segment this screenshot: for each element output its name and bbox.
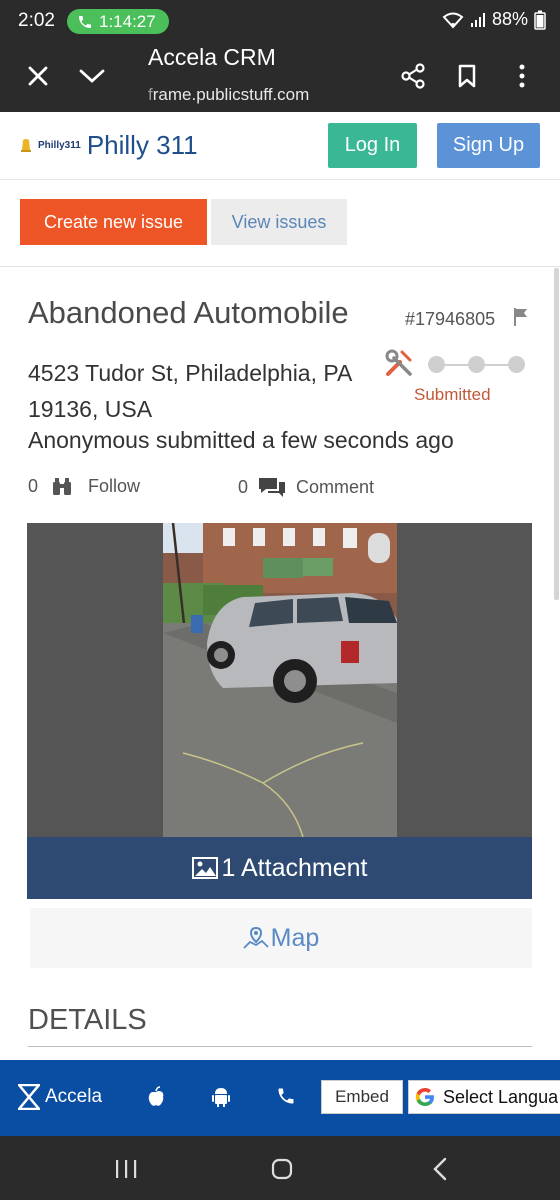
divider [28, 1046, 532, 1047]
phone-icon [79, 15, 91, 28]
active-call-pill[interactable]: 1:14:27 [67, 9, 169, 34]
language-select[interactable]: Select Langua [408, 1080, 560, 1114]
attachment-label: 1 Attachment [221, 853, 368, 882]
liberty-bell-icon [21, 138, 31, 152]
share-icon[interactable] [395, 58, 431, 94]
battery-icon [534, 10, 546, 30]
apple-icon[interactable] [147, 1086, 165, 1108]
attachment-button[interactable]: 1 Attachment [27, 837, 532, 899]
close-icon[interactable] [20, 58, 56, 94]
home-icon[interactable] [262, 1156, 302, 1182]
scrollbar-thumb[interactable] [554, 268, 559, 600]
view-issues-button[interactable]: View issues [211, 199, 347, 245]
bookmark-icon[interactable] [449, 58, 485, 94]
more-options-icon[interactable] [504, 58, 540, 94]
embed-button[interactable]: Embed [321, 1080, 403, 1114]
browser-toolbar: Accela CRM frame.publicstuff.com [0, 40, 560, 112]
system-nav-bar [0, 1136, 560, 1200]
issue-address: 4523 Tudor St, Philadelphia, PA 19136, U… [28, 360, 353, 422]
map-button[interactable]: Map [30, 908, 532, 968]
site-footer: Accela Embed Select Langua [0, 1060, 560, 1136]
recent-apps-icon[interactable] [106, 1156, 146, 1182]
battery-level: 88% [491, 9, 528, 29]
issue-photo[interactable] [163, 523, 397, 837]
follow-count: 0 [28, 476, 39, 496]
status-time: 2:02 [18, 10, 55, 31]
status-bar: 2:02 1:14:27 88% [0, 0, 560, 40]
social-row: 0 Follow 0 Comment [28, 476, 528, 502]
issue-submitter: Anonymous submitted a few seconds ago [28, 427, 454, 453]
site-header: Philly311 Philly 311 Log In Sign Up [0, 112, 560, 180]
details-heading: DETAILS [28, 1004, 147, 1036]
create-issue-button[interactable]: Create new issue [20, 199, 207, 245]
call-timer: 1:14:27 [99, 11, 156, 31]
issue-title: Abandoned Automobile [28, 295, 349, 330]
status-step-dot [468, 356, 485, 373]
google-icon [415, 1088, 434, 1106]
follow-button[interactable]: 0 Follow [28, 476, 140, 497]
phone-icon[interactable] [276, 1086, 296, 1106]
browser-title: Accela CRM [148, 44, 276, 70]
android-icon[interactable] [212, 1086, 230, 1108]
status-tracker: Submitted [384, 348, 534, 408]
status-label: Submitted [414, 385, 491, 404]
flag-icon[interactable] [513, 307, 529, 327]
status-step-dot [428, 356, 445, 373]
wifi-icon [442, 12, 464, 28]
tools-icon [385, 349, 412, 376]
comment-icon [259, 478, 286, 497]
login-button[interactable]: Log In [328, 123, 417, 168]
back-icon[interactable] [420, 1156, 460, 1182]
follow-label: Follow [88, 476, 141, 496]
comment-count: 0 [238, 476, 249, 497]
action-bar: Create new issue View issues [0, 180, 560, 267]
accela-brand-link[interactable]: Accela [18, 1084, 102, 1110]
signup-button[interactable]: Sign Up [437, 123, 540, 168]
photo-viewer [27, 523, 532, 837]
comment-label: Comment [296, 476, 375, 497]
map-marker-icon [243, 926, 269, 949]
comment-button[interactable]: 0 Comment [238, 476, 374, 498]
philly311-logo[interactable]: Philly311 Philly 311 [20, 130, 198, 161]
chevron-down-icon[interactable] [74, 58, 110, 94]
image-icon [191, 857, 218, 879]
signal-icon [470, 12, 485, 27]
status-step-dot [508, 356, 525, 373]
map-label: Map [270, 923, 320, 952]
issue-id: #17946805 [405, 309, 496, 329]
binoculars-icon [53, 477, 72, 495]
browser-url[interactable]: frame.publicstuff.com [148, 85, 309, 105]
accela-logo-icon [18, 1084, 40, 1110]
